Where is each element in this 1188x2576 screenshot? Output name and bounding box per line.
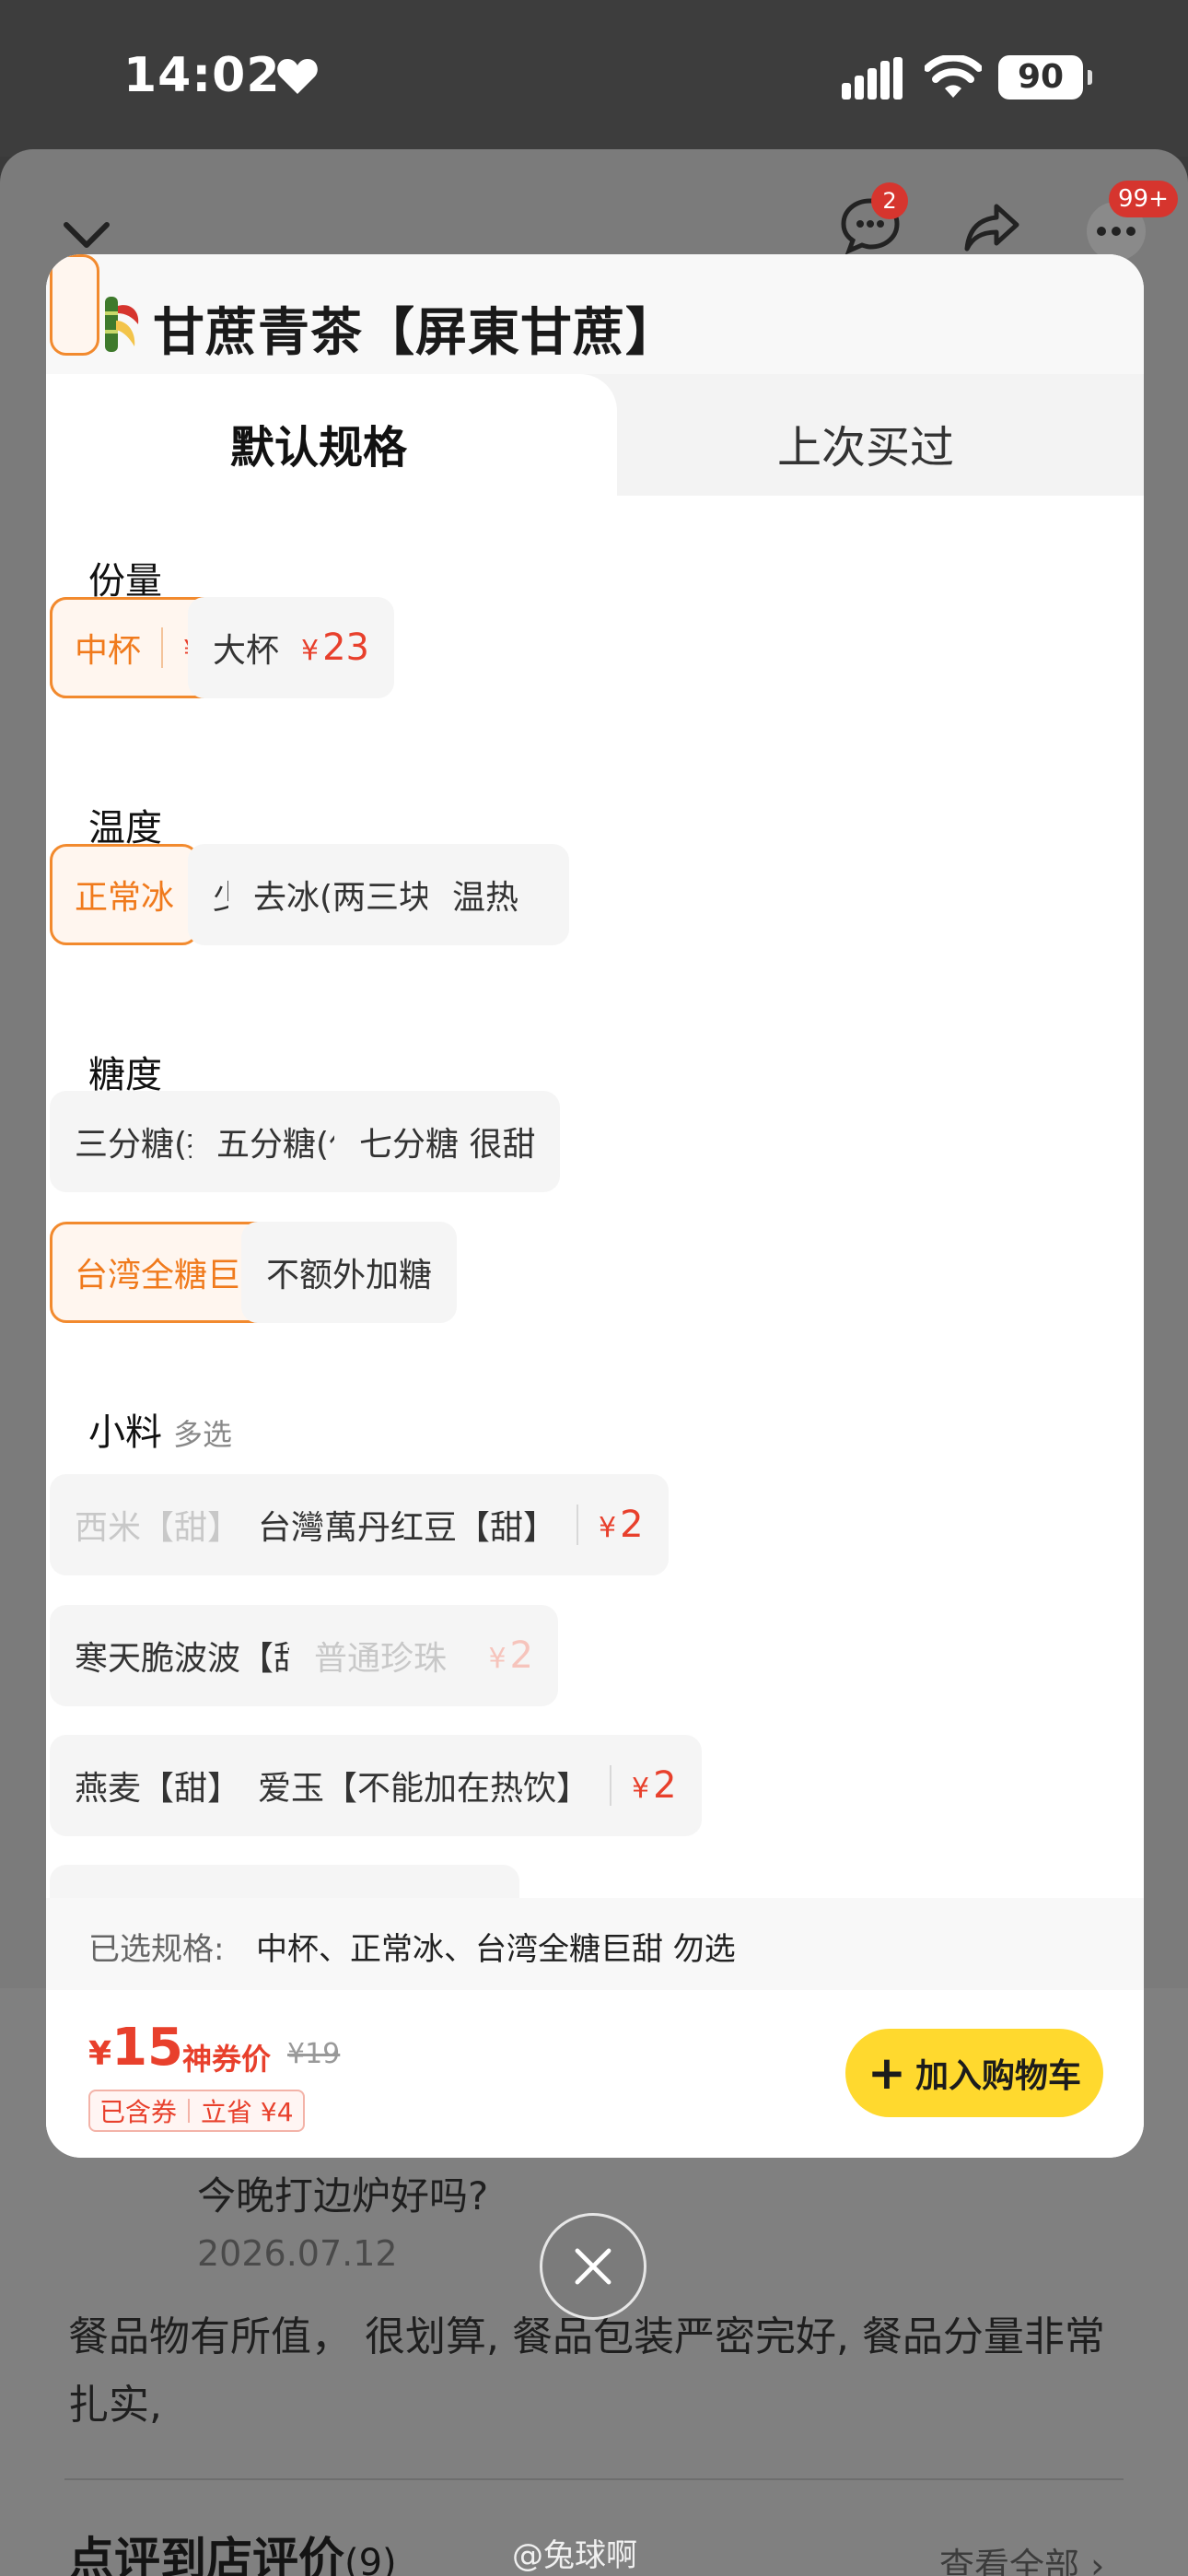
status-time: 14:02 bbox=[123, 48, 281, 103]
sugarcane-icon bbox=[105, 297, 139, 352]
watermark: @兔球啊 bbox=[512, 2537, 637, 2574]
view-all-link[interactable]: 查看全部 › bbox=[939, 2537, 1104, 2576]
checkout-bar: ¥15 神券价 ¥19 已含券 立省 ¥4 + 加入购物车 bbox=[46, 1990, 1144, 2158]
selected-spec-bar: 已选规格: 中杯、正常冰、台湾全糖巨甜 勿选 bbox=[46, 1898, 1144, 1990]
view-all-label: 查看全部 bbox=[939, 2546, 1080, 2576]
selected-spec-value: 中杯、正常冰、台湾全糖巨甜 勿选 bbox=[256, 1931, 736, 1968]
tab-default-label: 默认规格 bbox=[230, 422, 408, 474]
close-button[interactable] bbox=[540, 2213, 646, 2320]
review-section-label: 点评到店评价 bbox=[68, 2533, 344, 2576]
tab-default-spec[interactable]: 默认规格 bbox=[46, 374, 617, 496]
spec-tabs: 默认规格 上次买过 bbox=[46, 374, 1144, 496]
review-text: 餐品物有所值， 很划算, 餐品包装严密完好, 餐品分量非常扎实, bbox=[68, 2313, 1105, 2429]
topping-price: ¥2 bbox=[599, 1504, 644, 1546]
selected-spec-label: 已选规格: bbox=[88, 1931, 225, 1968]
size-option-price: ¥23 bbox=[301, 626, 370, 669]
topping-price: ¥2 bbox=[632, 1764, 677, 1807]
topping-label: 普通珍珠 bbox=[314, 1640, 448, 1678]
temperature-option-warm[interactable]: 温热 bbox=[427, 844, 544, 945]
toppings-label: 小料 bbox=[88, 1411, 162, 1454]
plus-icon: + bbox=[868, 2046, 906, 2100]
add-to-cart-label: 加入购物车 bbox=[914, 2057, 1081, 2095]
toppings-section-label: 小料 多选 bbox=[88, 1402, 232, 1456]
temperature-option-normal-ice[interactable]: 正常冰 bbox=[50, 844, 200, 945]
battery-indicator: 90 bbox=[998, 55, 1092, 100]
more-badge: 99+ bbox=[1109, 181, 1178, 217]
topping-option-partial[interactable] bbox=[50, 1865, 519, 1902]
coupon-badge: 已含券 立省 ¥4 bbox=[88, 2090, 305, 2132]
topping-label: 台灣萬丹红豆【甜】 bbox=[258, 1509, 557, 1547]
coupon-included: 已含券 bbox=[99, 2097, 178, 2127]
size-option-label: 中杯 bbox=[75, 632, 142, 670]
heart-icon bbox=[277, 59, 318, 94]
share-icon[interactable] bbox=[961, 197, 1022, 258]
chevron-right-icon: › bbox=[1090, 2546, 1105, 2576]
coupon-price-tag: 神券价 bbox=[182, 2042, 272, 2077]
close-icon bbox=[575, 2248, 611, 2285]
coupon-save: 立省 ¥4 bbox=[201, 2097, 294, 2127]
chat-badge: 2 bbox=[871, 182, 908, 219]
current-price: ¥15 bbox=[88, 2018, 183, 2078]
topping-option-pearl: 普通珍珠 ¥2 bbox=[289, 1605, 558, 1706]
tab-last-purchased[interactable]: 上次买过 bbox=[777, 411, 954, 475]
review-date: 2026.07.12 bbox=[197, 2233, 398, 2274]
separator bbox=[161, 627, 164, 668]
cellular-signal-icon bbox=[842, 57, 903, 100]
topping-label: 燕麦【甜】 bbox=[75, 1770, 241, 1808]
divider bbox=[64, 2478, 1124, 2480]
topping-option-aiyu[interactable]: 爱玉【不能加在热饮】 ¥2 bbox=[233, 1735, 702, 1836]
separator bbox=[188, 2099, 191, 2123]
sugar-option-70[interactable]: 七分糖 很甜 bbox=[334, 1091, 561, 1192]
add-to-cart-button[interactable]: + 加入购物车 bbox=[845, 2029, 1103, 2117]
separator bbox=[577, 1505, 579, 1545]
size-option-large[interactable]: 大杯 ¥23 bbox=[188, 597, 395, 698]
review-count: (9) bbox=[344, 2542, 397, 2576]
toppings-multi-select-hint: 多选 bbox=[173, 1417, 233, 1452]
topping-option-red-bean[interactable]: 台灣萬丹红豆【甜】 ¥2 bbox=[233, 1474, 669, 1575]
reviewer-name: 今晚打边炉好吗? bbox=[197, 2173, 489, 2219]
wifi-icon bbox=[925, 55, 982, 98]
product-title: 甘蔗青茶【屏東甘蔗】 bbox=[153, 303, 678, 363]
topping-price: ¥2 bbox=[488, 1634, 533, 1677]
size-option-label: 大杯 bbox=[213, 632, 280, 670]
topping-label: 爱玉【不能加在热饮】 bbox=[258, 1770, 590, 1808]
status-bar: 14:02 90 bbox=[0, 0, 1188, 157]
spec-selection-modal: 甘蔗青茶【屏東甘蔗】 默认规格 上次买过 份量 中杯 ¥19 大杯 ¥23 温度… bbox=[46, 254, 1144, 2158]
modal-header: 甘蔗青茶【屏東甘蔗】 bbox=[46, 254, 1144, 374]
topping-label: 西米【甜】 bbox=[75, 1509, 241, 1547]
separator bbox=[610, 1765, 612, 1806]
review-section-title: 点评到店评价(9) bbox=[68, 2523, 397, 2576]
sugar-option-no-extra[interactable]: 不额外加糖 bbox=[241, 1222, 458, 1323]
original-price: ¥19 bbox=[287, 2038, 341, 2070]
